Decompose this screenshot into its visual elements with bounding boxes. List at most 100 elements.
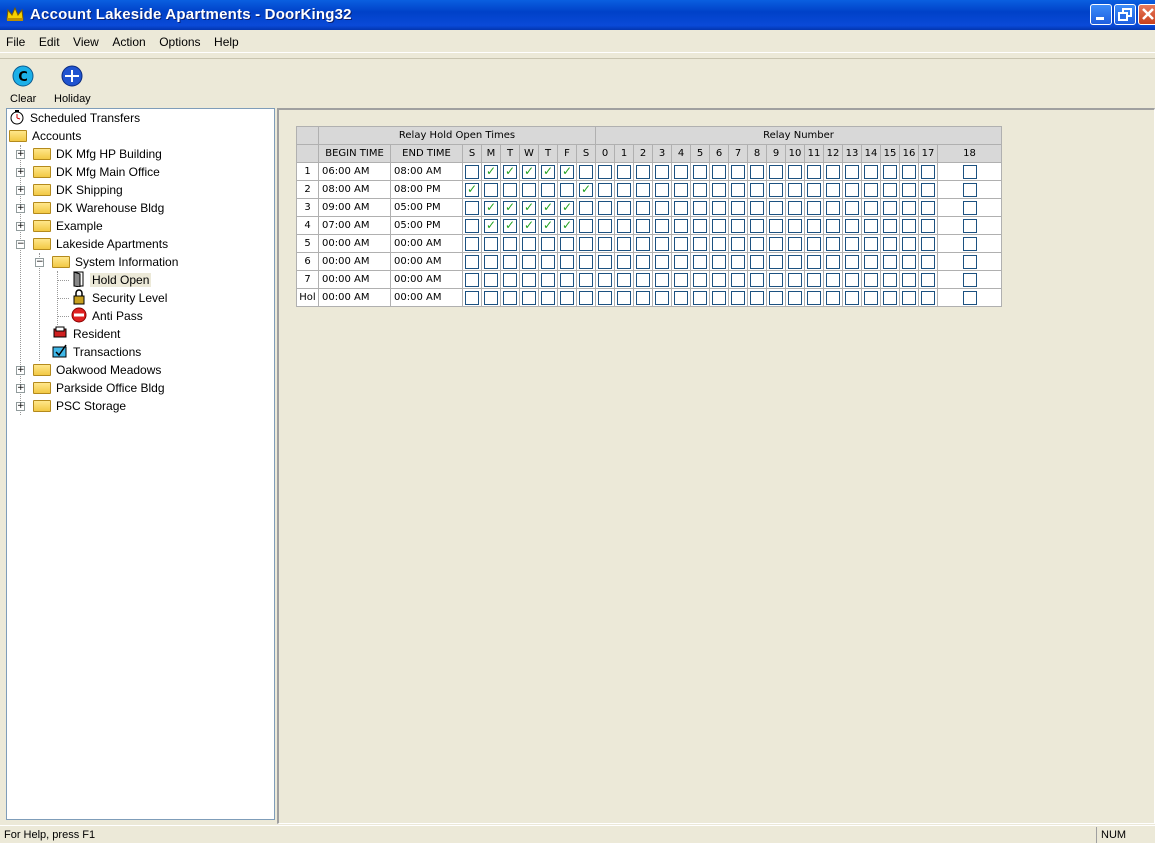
relay-checkbox[interactable] bbox=[731, 200, 745, 215]
relay-checkbox[interactable] bbox=[769, 218, 783, 233]
day-checkbox[interactable] bbox=[503, 182, 517, 197]
relay-checkbox[interactable] bbox=[674, 254, 688, 269]
relay-checkbox[interactable] bbox=[845, 290, 859, 305]
tree-item-resident[interactable]: Resident bbox=[52, 325, 122, 343]
relay-checkbox[interactable] bbox=[636, 236, 650, 251]
relay-checkbox[interactable] bbox=[826, 272, 840, 287]
relay-checkbox[interactable] bbox=[826, 182, 840, 197]
day-checkbox[interactable] bbox=[465, 236, 479, 251]
day-checkbox[interactable] bbox=[541, 272, 555, 287]
relay-checkbox[interactable] bbox=[617, 236, 631, 251]
day-checkbox[interactable] bbox=[579, 236, 593, 251]
day-checkbox[interactable] bbox=[465, 164, 479, 179]
day-checkbox[interactable] bbox=[579, 200, 593, 215]
relay-checkbox[interactable] bbox=[731, 236, 745, 251]
relay-checkbox[interactable] bbox=[598, 254, 612, 269]
relay-checkbox[interactable] bbox=[864, 218, 878, 233]
relay-checkbox[interactable] bbox=[788, 200, 802, 215]
relay-checkbox[interactable] bbox=[750, 254, 764, 269]
end-time-cell[interactable]: 00:00 AM bbox=[390, 288, 463, 307]
relay-checkbox[interactable] bbox=[962, 272, 977, 287]
end-time-cell[interactable]: 00:00 AM bbox=[390, 252, 463, 271]
expand-icon[interactable]: + bbox=[16, 186, 25, 195]
relay-checkbox[interactable] bbox=[807, 272, 821, 287]
relay-checkbox[interactable] bbox=[902, 290, 916, 305]
day-checkbox[interactable] bbox=[522, 218, 536, 233]
relay-checkbox[interactable] bbox=[636, 200, 650, 215]
relay-checkbox[interactable] bbox=[674, 164, 688, 179]
relay-checkbox[interactable] bbox=[617, 182, 631, 197]
relay-checkbox[interactable] bbox=[921, 200, 935, 215]
day-checkbox[interactable] bbox=[560, 200, 574, 215]
begin-time-cell[interactable]: 07:00 AM bbox=[318, 216, 391, 235]
tree-item-accounts[interactable]: Accounts bbox=[9, 127, 83, 145]
relay-checkbox[interactable] bbox=[845, 254, 859, 269]
relay-checkbox[interactable] bbox=[693, 290, 707, 305]
restore-button[interactable] bbox=[1114, 4, 1136, 25]
relay-checkbox[interactable] bbox=[788, 254, 802, 269]
relay-checkbox[interactable] bbox=[788, 272, 802, 287]
day-checkbox[interactable] bbox=[503, 236, 517, 251]
relay-checkbox[interactable] bbox=[769, 254, 783, 269]
day-checkbox[interactable] bbox=[465, 290, 479, 305]
relay-checkbox[interactable] bbox=[902, 236, 916, 251]
expand-icon[interactable]: + bbox=[16, 168, 25, 177]
tree-item-account[interactable]: DK Mfg Main Office bbox=[33, 163, 162, 181]
day-checkbox[interactable] bbox=[522, 290, 536, 305]
relay-checkbox[interactable] bbox=[693, 164, 707, 179]
relay-checkbox[interactable] bbox=[674, 272, 688, 287]
day-checkbox[interactable] bbox=[579, 182, 593, 197]
tree-item-account[interactable]: Oakwood Meadows bbox=[33, 361, 163, 379]
tree-item-system-information[interactable]: System Information bbox=[52, 253, 180, 271]
relay-checkbox[interactable] bbox=[921, 272, 935, 287]
menu-options[interactable]: Options bbox=[153, 31, 204, 49]
relay-checkbox[interactable] bbox=[788, 290, 802, 305]
relay-checkbox[interactable] bbox=[826, 218, 840, 233]
day-checkbox[interactable] bbox=[560, 236, 574, 251]
day-checkbox[interactable] bbox=[503, 200, 517, 215]
relay-checkbox[interactable] bbox=[598, 182, 612, 197]
relay-checkbox[interactable] bbox=[712, 200, 726, 215]
tree-item-account[interactable]: DK Shipping bbox=[33, 181, 125, 199]
relay-checkbox[interactable] bbox=[769, 290, 783, 305]
relay-checkbox[interactable] bbox=[788, 218, 802, 233]
day-checkbox[interactable] bbox=[541, 290, 555, 305]
relay-checkbox[interactable] bbox=[636, 182, 650, 197]
relay-checkbox[interactable] bbox=[883, 200, 897, 215]
day-checkbox[interactable] bbox=[541, 200, 555, 215]
relay-checkbox[interactable] bbox=[883, 218, 897, 233]
relay-checkbox[interactable] bbox=[921, 290, 935, 305]
expand-icon[interactable]: + bbox=[16, 204, 25, 213]
day-checkbox[interactable] bbox=[484, 182, 498, 197]
tree-item-account[interactable]: PSC Storage bbox=[33, 397, 128, 415]
relay-checkbox[interactable] bbox=[807, 254, 821, 269]
day-checkbox[interactable] bbox=[522, 164, 536, 179]
relay-checkbox[interactable] bbox=[674, 218, 688, 233]
relay-checkbox[interactable] bbox=[731, 182, 745, 197]
clear-button[interactable]: C Clear bbox=[10, 65, 36, 105]
relay-checkbox[interactable] bbox=[693, 236, 707, 251]
relay-checkbox[interactable] bbox=[826, 236, 840, 251]
relay-checkbox[interactable] bbox=[962, 236, 977, 251]
relay-checkbox[interactable] bbox=[655, 290, 669, 305]
day-checkbox[interactable] bbox=[522, 272, 536, 287]
relay-checkbox[interactable] bbox=[788, 236, 802, 251]
tree-item-account[interactable]: DK Warehouse Bldg bbox=[33, 199, 166, 217]
day-checkbox[interactable] bbox=[465, 254, 479, 269]
relay-checkbox[interactable] bbox=[731, 290, 745, 305]
relay-checkbox[interactable] bbox=[769, 200, 783, 215]
relay-checkbox[interactable] bbox=[864, 164, 878, 179]
tree-item-scheduled-transfers[interactable]: Scheduled Transfers bbox=[9, 109, 142, 127]
relay-checkbox[interactable] bbox=[655, 272, 669, 287]
relay-checkbox[interactable] bbox=[902, 254, 916, 269]
collapse-icon[interactable]: − bbox=[35, 258, 44, 267]
relay-checkbox[interactable] bbox=[845, 218, 859, 233]
relay-checkbox[interactable] bbox=[598, 290, 612, 305]
relay-checkbox[interactable] bbox=[883, 254, 897, 269]
day-checkbox[interactable] bbox=[465, 272, 479, 287]
relay-checkbox[interactable] bbox=[598, 272, 612, 287]
relay-checkbox[interactable] bbox=[731, 164, 745, 179]
relay-checkbox[interactable] bbox=[655, 254, 669, 269]
day-checkbox[interactable] bbox=[560, 182, 574, 197]
day-checkbox[interactable] bbox=[484, 218, 498, 233]
